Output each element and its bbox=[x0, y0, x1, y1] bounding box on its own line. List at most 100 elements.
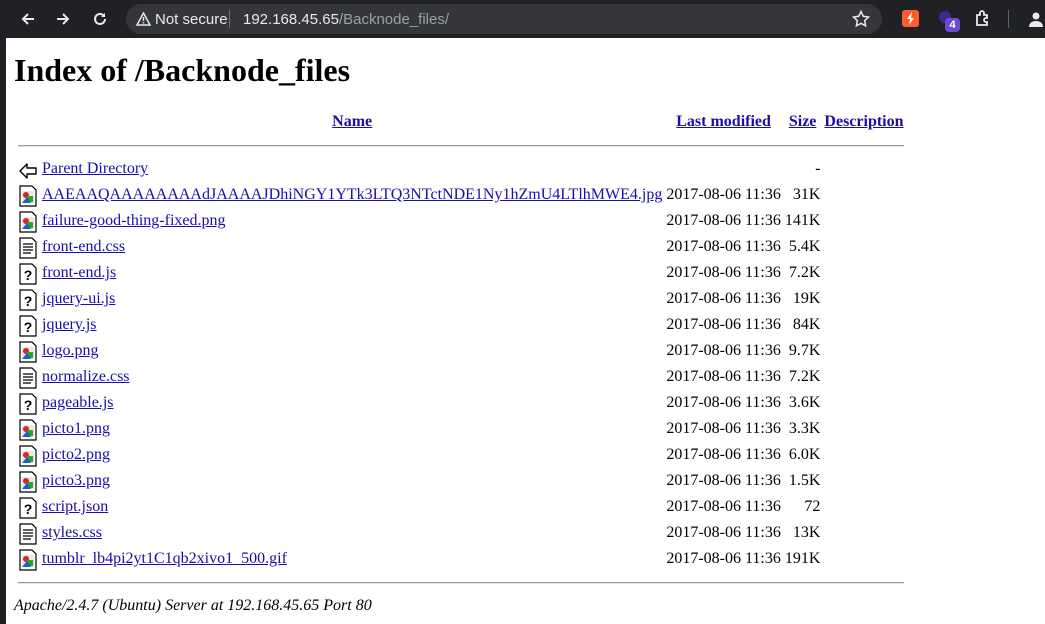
extensions-puzzle-icon[interactable] bbox=[973, 9, 993, 29]
description-cell bbox=[824, 468, 903, 494]
bookmark-star-icon[interactable] bbox=[852, 10, 870, 28]
size-cell: 141K bbox=[784, 212, 821, 229]
size-cell: 3.3K bbox=[788, 420, 821, 437]
parent-directory-link[interactable]: Parent Directory bbox=[42, 160, 148, 177]
file-link[interactable]: failure-good-thing-fixed.png bbox=[42, 212, 226, 229]
url-text[interactable]: 192.168.45.65/Backnode_files/ bbox=[243, 11, 449, 28]
name-cell: tumblr_lb4pi2yt1C1qb2xivo1_500.gif bbox=[42, 546, 662, 572]
page-title: Index of /Backnode_files bbox=[14, 52, 351, 88]
file-link[interactable]: jquery-ui.js bbox=[42, 290, 115, 307]
sort-by-modified-link[interactable]: Last modified bbox=[676, 113, 771, 130]
modified-cell: 2017-08-06 11:36 bbox=[666, 498, 781, 515]
header-last-modified: Last modified bbox=[666, 108, 781, 136]
text-file-icon bbox=[19, 367, 37, 389]
sort-by-description-link[interactable]: Description bbox=[824, 113, 903, 130]
back-arrow-icon bbox=[19, 163, 37, 179]
extension-icon[interactable] bbox=[902, 10, 919, 27]
modified-cell: 2017-08-06 11:36 bbox=[666, 290, 781, 307]
size-cell: 31K bbox=[792, 186, 821, 203]
table-row: ? jquery.js 2017-08-06 11:36 84K bbox=[18, 312, 904, 338]
table-row: picto2.png 2017-08-06 11:36 6.0K bbox=[18, 442, 904, 468]
size-cell: 3.6K bbox=[788, 394, 821, 411]
size-cell: 1.5K bbox=[788, 472, 821, 489]
unknown-file-icon: ? bbox=[19, 393, 37, 415]
file-link[interactable]: normalize.css bbox=[42, 368, 130, 385]
modified-cell: 2017-08-06 11:36 bbox=[666, 550, 781, 567]
name-cell: picto2.png bbox=[42, 442, 662, 468]
size-cell: 7.2K bbox=[788, 368, 821, 385]
unknown-file-icon: ? bbox=[19, 289, 37, 311]
forward-button[interactable] bbox=[52, 8, 74, 30]
modified-cell: 2017-08-06 11:36 bbox=[666, 394, 781, 411]
window-edge bbox=[0, 38, 6, 624]
file-link[interactable]: tumblr_lb4pi2yt1C1qb2xivo1_500.gif bbox=[42, 550, 287, 567]
file-link[interactable]: styles.css bbox=[42, 524, 102, 541]
file-link[interactable]: front-end.css bbox=[42, 238, 125, 255]
header-rule bbox=[18, 145, 904, 147]
file-link[interactable]: picto1.png bbox=[42, 420, 110, 437]
unknown-file-icon: ? bbox=[19, 263, 37, 285]
sort-by-size-link[interactable]: Size bbox=[789, 113, 817, 130]
image-file-icon bbox=[19, 419, 37, 441]
description-cell bbox=[824, 390, 903, 416]
modified-cell: 2017-08-06 11:36 bbox=[666, 446, 781, 463]
table-row: failure-good-thing-fixed.png 2017-08-06 1… bbox=[18, 208, 904, 234]
header-description: Description bbox=[824, 108, 903, 136]
icon-cell bbox=[18, 442, 38, 468]
table-row: normalize.css 2017-08-06 11:36 7.2K bbox=[18, 364, 904, 390]
description-cell bbox=[824, 416, 903, 442]
table-row: styles.css 2017-08-06 11:36 13K bbox=[18, 520, 904, 546]
address-bar[interactable]: Not secure 192.168.45.65/Backnode_files/ bbox=[126, 4, 882, 34]
image-file-icon bbox=[19, 185, 37, 207]
size-cell: 72 bbox=[804, 498, 821, 515]
file-link[interactable]: jquery.js bbox=[42, 316, 97, 333]
name-cell: script.json bbox=[42, 494, 662, 520]
back-button[interactable] bbox=[17, 8, 39, 30]
description-cell bbox=[824, 520, 903, 546]
image-file-icon bbox=[19, 445, 37, 467]
file-listing-table: Name Last modified Size Description Pare… bbox=[14, 108, 908, 594]
file-link[interactable]: picto2.png bbox=[42, 446, 110, 463]
icon-cell: ? bbox=[18, 312, 38, 338]
reload-button[interactable] bbox=[89, 8, 111, 30]
svg-text:?: ? bbox=[24, 397, 33, 413]
icon-cell: ? bbox=[18, 390, 38, 416]
modified-cell: 2017-08-06 11:36 bbox=[666, 524, 781, 541]
size-cell: - bbox=[815, 160, 821, 177]
icon-cell bbox=[18, 234, 38, 260]
name-cell: normalize.css bbox=[42, 364, 662, 390]
size-cell: 191K bbox=[784, 550, 821, 567]
size-cell: 7.2K bbox=[788, 264, 821, 281]
file-link[interactable]: picto3.png bbox=[42, 472, 110, 489]
url-host: 192.168.45.65 bbox=[243, 11, 339, 28]
file-link[interactable]: logo.png bbox=[42, 342, 98, 359]
size-cell: 9.7K bbox=[788, 342, 821, 359]
description-cell bbox=[824, 546, 903, 572]
warning-icon bbox=[136, 12, 151, 26]
modified-cell: 2017-08-06 11:36 bbox=[666, 420, 781, 437]
unknown-file-icon: ? bbox=[19, 497, 37, 519]
header-name: Name bbox=[42, 108, 662, 136]
file-link[interactable]: script.json bbox=[42, 498, 108, 515]
not-secure-label[interactable]: Not secure bbox=[155, 11, 228, 28]
file-link[interactable]: AAEAAQAAAAAAAAdJAAAAJDhiNGY1YTk3LTQ3NTct… bbox=[42, 186, 662, 203]
size-cell: 84K bbox=[792, 316, 821, 333]
svg-text:?: ? bbox=[24, 293, 33, 309]
name-cell: AAEAAQAAAAAAAAdJAAAAJDhiNGY1YTk3LTQ3NTct… bbox=[42, 182, 662, 208]
size-cell: 19K bbox=[792, 290, 821, 307]
file-link[interactable]: pageable.js bbox=[42, 394, 114, 411]
table-row: picto1.png 2017-08-06 11:36 3.3K bbox=[18, 416, 904, 442]
header-rule-row bbox=[18, 136, 904, 156]
header-icon-column bbox=[18, 108, 38, 136]
icon-cell bbox=[18, 546, 38, 572]
modified-cell: 2017-08-06 11:36 bbox=[666, 238, 781, 255]
text-file-icon bbox=[19, 523, 37, 545]
description-cell bbox=[824, 182, 903, 208]
sort-by-name-link[interactable]: Name bbox=[332, 113, 372, 130]
file-link[interactable]: front-end.js bbox=[42, 264, 116, 281]
modified-cell: 2017-08-06 11:36 bbox=[666, 186, 781, 203]
profile-icon[interactable] bbox=[1028, 11, 1044, 27]
modified-cell: 2017-08-06 11:36 bbox=[666, 212, 781, 229]
name-cell: front-end.css bbox=[42, 234, 662, 260]
svg-text:?: ? bbox=[24, 501, 33, 517]
